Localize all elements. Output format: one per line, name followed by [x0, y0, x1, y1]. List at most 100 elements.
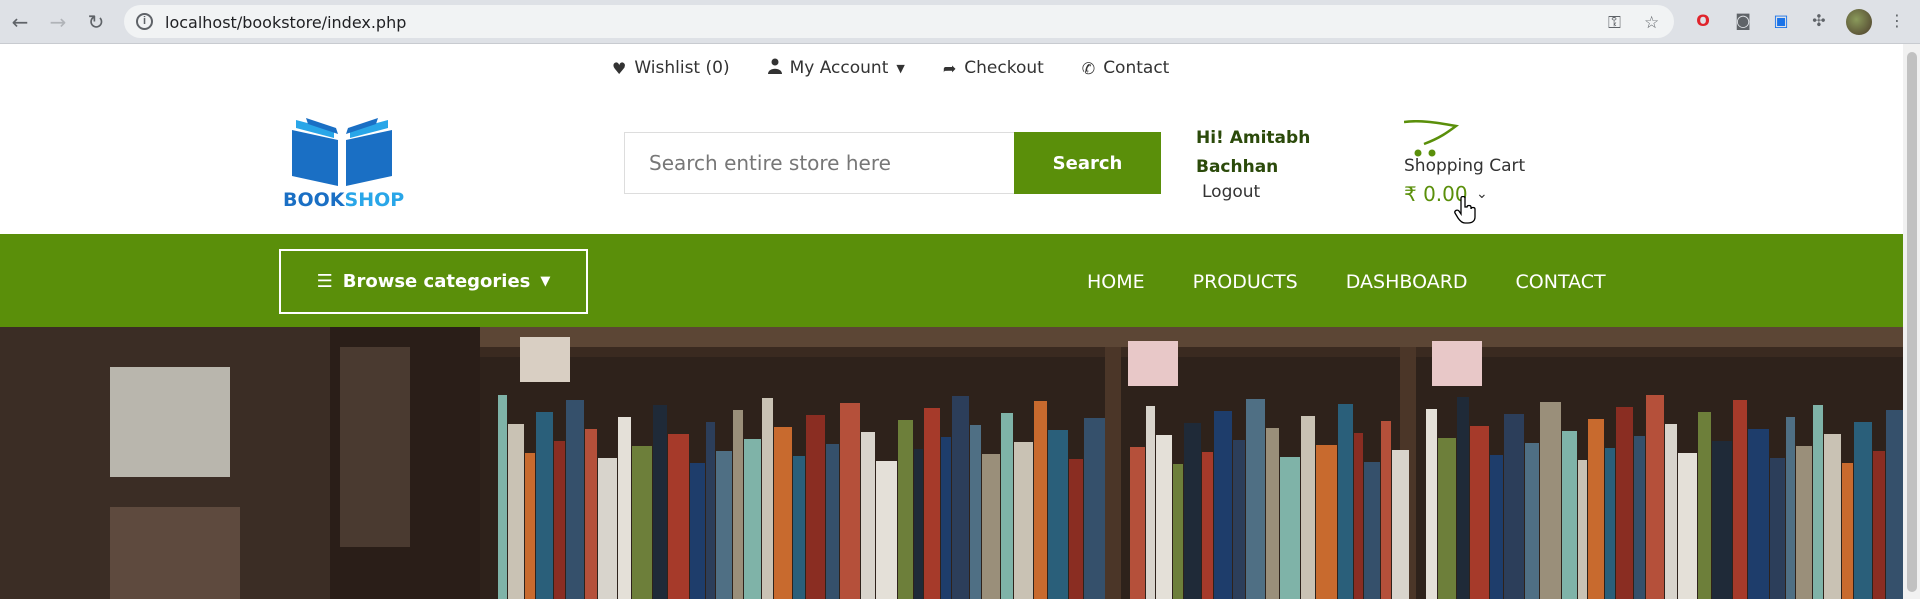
book-spine [1034, 401, 1047, 599]
cart-label[interactable]: Shopping Cart [1404, 156, 1525, 176]
book-spine [1266, 428, 1279, 599]
back-icon[interactable]: ← [8, 10, 32, 34]
book-spine [1392, 450, 1409, 599]
nav-home[interactable]: HOME [1087, 271, 1145, 293]
top-links: ♥ Wishlist (0) My Account ▼ ➦ Checkout ✆… [612, 58, 1169, 78]
hamburger-icon: ☰ [316, 271, 333, 292]
scrollbar-thumb[interactable] [1907, 52, 1917, 592]
book-spine [1438, 438, 1456, 599]
address-bar[interactable]: i localhost/bookstore/index.php ⚿ ☆ [124, 5, 1674, 38]
book-spine [1202, 452, 1213, 599]
book-spine [793, 456, 805, 599]
book-spine [598, 458, 617, 599]
browser-toolbar: ← → ↻ i localhost/bookstore/index.php ⚿ … [0, 0, 1920, 44]
book-spine [970, 425, 981, 599]
book-spine [1301, 416, 1315, 599]
book-spine [1146, 406, 1155, 599]
book-spine [1184, 423, 1201, 599]
book-spine [806, 415, 825, 599]
star-icon[interactable]: ☆ [1644, 13, 1659, 33]
forward-icon[interactable]: → [46, 10, 70, 34]
book-spine [1733, 400, 1747, 599]
book-spine [1588, 419, 1604, 599]
browse-categories-button[interactable]: ☰ Browse categories ▼ [279, 249, 588, 314]
book-spine [1525, 443, 1539, 599]
book-spine [1665, 424, 1677, 599]
book-spine [1605, 448, 1615, 599]
my-account-link[interactable]: My Account ▼ [767, 58, 905, 78]
scrollbar[interactable] [1903, 44, 1920, 599]
user-greeting: Hi! Amitabh Bachhan [1196, 124, 1310, 182]
checkout-link[interactable]: ➦ Checkout [943, 58, 1044, 78]
browse-categories-label: Browse categories [342, 271, 531, 292]
book-spine [536, 412, 553, 599]
puzzle-icon[interactable]: ✣ [1808, 10, 1830, 32]
info-icon[interactable]: i [136, 13, 153, 30]
nav-contact[interactable]: CONTACT [1516, 271, 1606, 293]
phone-icon: ✆ [1081, 58, 1096, 78]
book-spine [1173, 464, 1183, 599]
wishlist-link[interactable]: ♥ Wishlist (0) [612, 58, 730, 78]
book-spine [498, 395, 507, 599]
cart-chevron-down-icon[interactable]: ⌄ [1476, 186, 1488, 202]
book-spine [876, 461, 897, 599]
book-spine [1457, 397, 1469, 599]
search-input[interactable] [625, 133, 1014, 193]
logo-text[interactable]: BOOKSHOP [283, 189, 404, 211]
book-spine [1678, 453, 1697, 599]
book-spine [733, 410, 743, 599]
nav-products[interactable]: PRODUCTS [1193, 271, 1298, 293]
book-spine [1842, 463, 1853, 599]
contact-label: Contact [1103, 58, 1170, 78]
book-spine [706, 422, 715, 599]
logout-link[interactable]: Logout [1202, 182, 1260, 202]
book-spine [1698, 412, 1711, 599]
book-spine [1490, 455, 1503, 599]
book-spine [1712, 441, 1732, 599]
screen-icon[interactable]: ▣ [1770, 10, 1792, 32]
book-spine [1873, 451, 1885, 599]
book-spine [1770, 458, 1785, 599]
book-spine [1338, 404, 1353, 599]
hand-cursor-icon [1454, 196, 1476, 224]
camera-icon[interactable]: ◙ [1732, 10, 1754, 32]
book-spine [1316, 445, 1337, 599]
book-spine [898, 420, 913, 599]
book-spine [1748, 429, 1769, 599]
book-spine [924, 408, 940, 599]
user-icon [767, 58, 782, 78]
url-text[interactable]: localhost/bookstore/index.php [165, 13, 406, 32]
book-spine [1130, 447, 1145, 599]
book-spine [632, 446, 652, 599]
nav-dashboard[interactable]: DASHBOARD [1346, 271, 1468, 293]
book-spine [1364, 462, 1380, 599]
book-spine [762, 398, 773, 599]
book-spine [1426, 409, 1437, 599]
opera-icon[interactable]: O [1692, 10, 1714, 32]
menu-dots-icon[interactable]: ⋮ [1886, 10, 1908, 32]
book-spine [690, 463, 705, 599]
book-spine [1616, 407, 1633, 599]
main-menu: HOME PRODUCTS DASHBOARD CONTACT [1087, 271, 1606, 293]
book-spine [1540, 402, 1561, 599]
book-spine [668, 434, 689, 599]
hero-banner-image [0, 327, 1903, 599]
book-spine [982, 454, 1000, 599]
book-spine [618, 417, 631, 599]
search-button[interactable]: Search [1014, 132, 1161, 194]
shopping-cart-icon[interactable] [1404, 120, 1460, 158]
book-spine [774, 427, 792, 599]
chevron-down-icon: ▼ [540, 274, 551, 289]
book-spine [1280, 457, 1300, 599]
my-account-label: My Account [789, 58, 889, 78]
share-arrow-icon: ➦ [942, 58, 957, 78]
key-icon[interactable]: ⚿ [1608, 13, 1621, 33]
greeting-line-2: Bachhan [1196, 157, 1279, 177]
book-spine [1796, 446, 1812, 599]
book-spine [1381, 421, 1391, 599]
contact-link[interactable]: ✆ Contact [1082, 58, 1170, 78]
book-spine [1470, 426, 1489, 599]
book-spine [1069, 459, 1083, 599]
reload-icon[interactable]: ↻ [84, 10, 108, 34]
avatar[interactable] [1846, 9, 1872, 35]
